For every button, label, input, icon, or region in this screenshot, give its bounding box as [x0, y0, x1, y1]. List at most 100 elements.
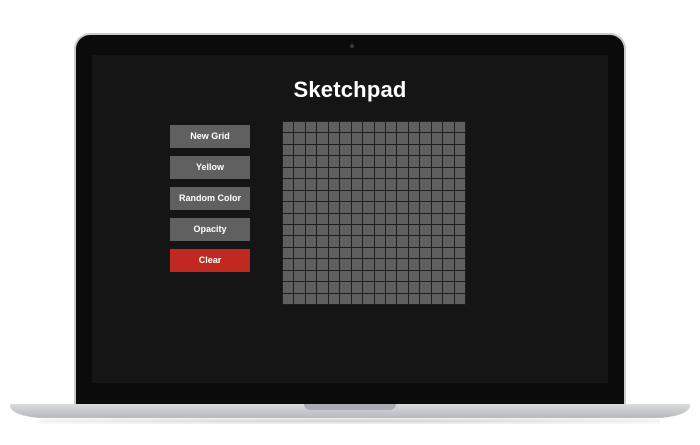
grid-cell[interactable]	[317, 133, 328, 144]
grid-cell[interactable]	[454, 224, 465, 236]
random-color-button[interactable]: Random Color	[170, 187, 250, 210]
grid-cell[interactable]	[443, 247, 454, 259]
grid-cell[interactable]	[363, 247, 374, 259]
grid-cell[interactable]	[420, 144, 431, 156]
grid-cell[interactable]	[397, 282, 408, 293]
grid-cell[interactable]	[340, 236, 351, 247]
grid-cell[interactable]	[305, 293, 317, 304]
grid-cell[interactable]	[397, 190, 408, 202]
grid-cell[interactable]	[305, 213, 317, 224]
grid-cell[interactable]	[340, 167, 351, 179]
grid-cell[interactable]	[420, 190, 431, 202]
grid-cell[interactable]	[408, 247, 420, 259]
grid-cell[interactable]	[385, 213, 397, 224]
grid-cell[interactable]	[408, 202, 420, 213]
grid-cell[interactable]	[328, 224, 340, 236]
grid-cell[interactable]	[340, 156, 351, 167]
grid-cell[interactable]	[374, 190, 385, 202]
grid-cell[interactable]	[317, 179, 328, 190]
grid-cell[interactable]	[443, 179, 454, 190]
grid-cell[interactable]	[363, 236, 374, 247]
grid-cell[interactable]	[420, 293, 431, 304]
grid-cell[interactable]	[305, 224, 317, 236]
grid-cell[interactable]	[443, 236, 454, 247]
grid-cell[interactable]	[340, 293, 351, 304]
grid-cell[interactable]	[283, 213, 294, 224]
grid-cell[interactable]	[317, 122, 328, 133]
grid-cell[interactable]	[351, 270, 363, 282]
grid-cell[interactable]	[317, 167, 328, 179]
grid-cell[interactable]	[340, 144, 351, 156]
grid-cell[interactable]	[363, 190, 374, 202]
grid-cell[interactable]	[317, 259, 328, 270]
grid-cell[interactable]	[305, 259, 317, 270]
grid-cell[interactable]	[351, 202, 363, 213]
grid-cell[interactable]	[317, 202, 328, 213]
grid-cell[interactable]	[397, 133, 408, 144]
grid-cell[interactable]	[408, 224, 420, 236]
grid-cell[interactable]	[443, 133, 454, 144]
grid-cell[interactable]	[385, 236, 397, 247]
grid-cell[interactable]	[454, 133, 465, 144]
grid-cell[interactable]	[363, 259, 374, 270]
grid-cell[interactable]	[328, 259, 340, 270]
grid-cell[interactable]	[294, 293, 305, 304]
grid-cell[interactable]	[351, 282, 363, 293]
grid-cell[interactable]	[397, 270, 408, 282]
grid-cell[interactable]	[340, 179, 351, 190]
grid-cell[interactable]	[420, 133, 431, 144]
grid-cell[interactable]	[351, 133, 363, 144]
grid-cell[interactable]	[328, 190, 340, 202]
grid-cell[interactable]	[443, 293, 454, 304]
grid-cell[interactable]	[408, 190, 420, 202]
grid-cell[interactable]	[408, 179, 420, 190]
grid-cell[interactable]	[340, 133, 351, 144]
grid-cell[interactable]	[385, 282, 397, 293]
grid-cell[interactable]	[317, 270, 328, 282]
grid-cell[interactable]	[397, 293, 408, 304]
grid-cell[interactable]	[294, 224, 305, 236]
grid-cell[interactable]	[317, 282, 328, 293]
grid-cell[interactable]	[283, 156, 294, 167]
grid-cell[interactable]	[385, 156, 397, 167]
grid-cell[interactable]	[340, 247, 351, 259]
grid-cell[interactable]	[363, 167, 374, 179]
grid-cell[interactable]	[431, 144, 443, 156]
grid-cell[interactable]	[454, 270, 465, 282]
grid-cell[interactable]	[328, 167, 340, 179]
grid-cell[interactable]	[283, 293, 294, 304]
grid-cell[interactable]	[408, 293, 420, 304]
grid-cell[interactable]	[420, 202, 431, 213]
grid-cell[interactable]	[431, 179, 443, 190]
grid-cell[interactable]	[340, 122, 351, 133]
grid-cell[interactable]	[305, 202, 317, 213]
grid-cell[interactable]	[283, 133, 294, 144]
grid-cell[interactable]	[397, 167, 408, 179]
yellow-button[interactable]: Yellow	[170, 156, 250, 179]
grid-cell[interactable]	[408, 213, 420, 224]
grid-cell[interactable]	[294, 133, 305, 144]
grid-cell[interactable]	[283, 179, 294, 190]
grid-cell[interactable]	[420, 122, 431, 133]
grid-cell[interactable]	[431, 224, 443, 236]
grid-cell[interactable]	[363, 282, 374, 293]
grid-cell[interactable]	[363, 144, 374, 156]
grid-cell[interactable]	[443, 282, 454, 293]
grid-cell[interactable]	[283, 270, 294, 282]
grid-cell[interactable]	[305, 133, 317, 144]
grid-cell[interactable]	[443, 259, 454, 270]
grid-cell[interactable]	[328, 236, 340, 247]
grid-cell[interactable]	[397, 179, 408, 190]
grid-cell[interactable]	[294, 156, 305, 167]
grid-cell[interactable]	[385, 190, 397, 202]
grid-cell[interactable]	[374, 133, 385, 144]
grid-cell[interactable]	[328, 293, 340, 304]
grid-cell[interactable]	[408, 133, 420, 144]
grid-cell[interactable]	[294, 213, 305, 224]
grid-cell[interactable]	[431, 293, 443, 304]
grid-cell[interactable]	[340, 259, 351, 270]
grid-cell[interactable]	[305, 282, 317, 293]
grid-cell[interactable]	[351, 190, 363, 202]
grid-cell[interactable]	[294, 259, 305, 270]
grid-cell[interactable]	[374, 156, 385, 167]
